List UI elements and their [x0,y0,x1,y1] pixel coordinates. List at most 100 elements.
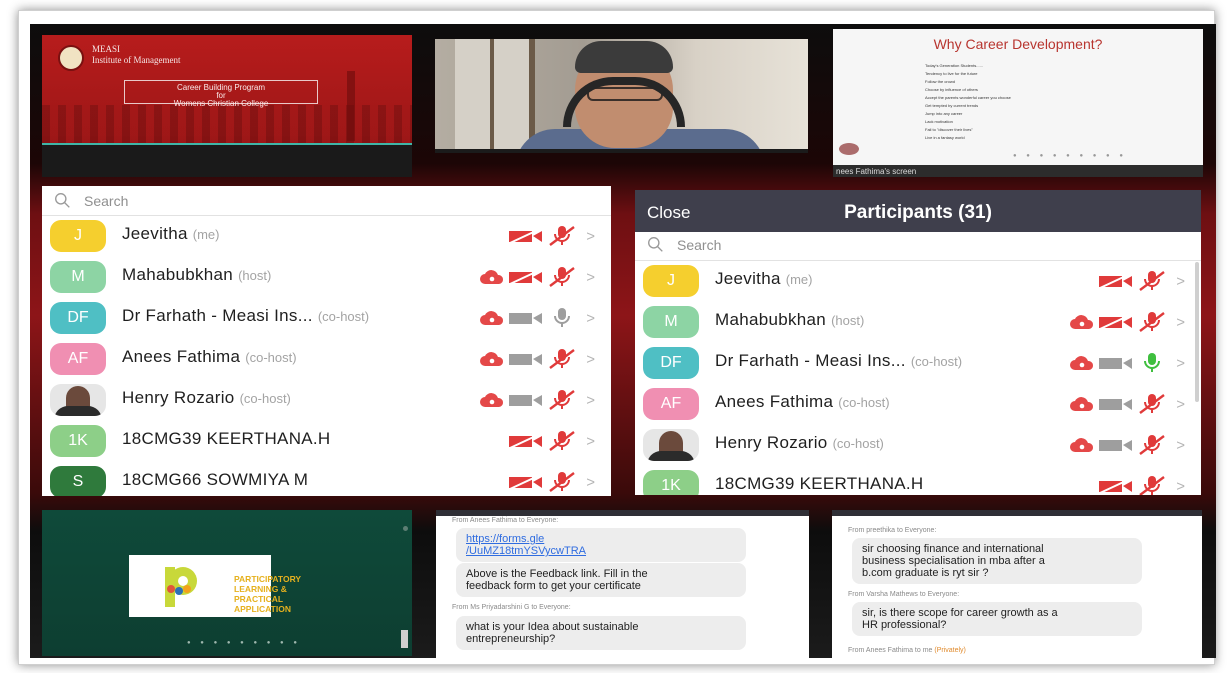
mic-muted-icon [1139,476,1165,495]
chevron-right-icon[interactable]: > [586,269,595,286]
cloud-recording-icon [1070,315,1094,329]
chat-sender: From Anees Fathima to Everyone: [452,517,559,524]
slide-scroll-handle[interactable] [401,630,408,648]
search-bar[interactable]: Search [635,234,1201,260]
participant-name: Anees Fathima [122,347,241,366]
caption-line1: PARTICIPATORY [234,574,302,584]
chevron-right-icon[interactable]: > [1176,437,1185,454]
slide-page-dots: ● ● ● ● ● ● ● ● ● [1013,153,1127,159]
chevron-right-icon[interactable]: > [586,228,595,245]
participant-row[interactable]: 1K 18CMG39 KEERTHANA.H > [635,466,1201,495]
chat-panel-right: From preethika to Everyone: sir choosing… [832,510,1202,658]
participant-name: Henry Rozario [715,433,828,452]
chevron-right-icon[interactable]: > [1176,355,1185,372]
feedback-link[interactable]: https://forms.gle/UuMZ18tmYSVycwTRA [466,533,586,557]
caption-line4: APPLICATION [234,604,291,614]
participant-row[interactable]: J Jeevitha (me) > [42,216,611,257]
cloud-recording-icon [1070,397,1094,411]
participant-name-block: Dr Farhath - Measi Ins... (co-host) [715,351,962,371]
cloud-recording-icon [1070,356,1094,370]
chat-message: what is your Idea about sustainable entr… [456,616,746,650]
chat-sender: From Anees Fathima to me (Privately) [848,647,966,654]
chevron-right-icon[interactable]: > [586,310,595,327]
participant-row[interactable]: AF Anees Fathima (co-host) > [635,384,1201,425]
slide-line: Accept the parents wonderful career you … [925,95,1011,100]
participant-name-block: Anees Fathima (co-host) [122,347,297,367]
chevron-right-icon[interactable]: > [1176,314,1185,331]
participant-row[interactable]: DF Dr Farhath - Measi Ins... (co-host) > [635,343,1201,384]
sender-name: From Anees Fathima to me [848,647,933,654]
participant-status-icons: > [508,430,595,452]
chevron-right-icon[interactable]: > [586,351,595,368]
search-bar[interactable]: Search [42,190,611,216]
slide-logo [839,143,859,155]
participant-name-block: 18CMG39 KEERTHANA.H [715,474,924,494]
slide-line: Follow the crowd [925,79,956,84]
chevron-right-icon[interactable]: > [1176,396,1185,413]
chevron-right-icon[interactable]: > [586,474,595,491]
photo-suit [54,406,102,416]
program-title-line3: Womens Christian College [173,99,269,108]
participant-name: 18CMG66 SOWMIYA M [122,470,309,489]
video-off-icon [509,313,543,324]
search-input[interactable]: Search [677,237,721,253]
brand-line1: MEASI [92,44,121,54]
participant-status-icons: > [1069,311,1185,333]
participants-header: Close Participants (31) [635,190,1201,232]
measi-title-slide: MEASI Institute of Management Career Bui… [42,35,412,177]
chevron-right-icon[interactable]: > [1176,478,1185,495]
participant-avatar: 1K [50,425,106,457]
participant-row[interactable]: S 18CMG66 SOWMIYA M > [42,462,611,496]
slide-title: Why Career Development? [933,36,1103,52]
participant-name-block: 18CMG66 SOWMIYA M [122,470,308,490]
video-bottom-bar [435,149,808,153]
participant-row[interactable]: M Mahabubkhan (host) > [635,302,1201,343]
participant-row[interactable]: AF Anees Fathima (co-host) > [42,339,611,380]
caption-line2: LEARNING & [234,584,287,594]
search-input[interactable]: Search [84,193,128,209]
participant-photo-avatar [50,384,106,416]
chevron-right-icon[interactable]: > [586,433,595,450]
mic-muted-icon [549,267,575,287]
private-label: (Privately) [934,647,966,654]
participant-row[interactable]: 1K 18CMG39 KEERTHANA.H > [42,421,611,462]
participant-row[interactable]: Henry Rozario (co-host) > [635,425,1201,466]
chevron-right-icon[interactable]: > [586,392,595,409]
video-off-icon [1099,399,1133,410]
chat-top-bar [832,510,1202,516]
video-off-icon [1099,273,1133,289]
chevron-right-icon[interactable]: > [1176,273,1185,290]
mic-muted-icon [549,431,575,451]
participant-name: Mahabubkhan [715,310,827,329]
chat-sender: From Varsha Mathews to Everyone: [848,591,960,598]
cloud-recording-icon [480,352,504,366]
participant-avatar: AF [643,388,699,420]
participants-title: Participants (31) [844,202,992,223]
participant-row[interactable]: DF Dr Farhath - Measi Ins... (co-host) > [42,298,611,339]
participant-name-block: Henry Rozario (co-host) [715,433,884,453]
message-line: sir choosing finance and international [862,543,1044,555]
cloud-recording-icon [480,270,504,284]
slide-line: Get tempted by current trends [925,103,979,108]
participant-name: 18CMG39 KEERTHANA.H [715,474,924,493]
participant-row[interactable]: J Jeevitha (me) > [635,261,1201,302]
participants-list-right: Close Participants (31) Search J Jeevitha… [635,190,1201,495]
slide-line: Today's Generation Students...... [925,63,983,68]
participant-name: 18CMG39 KEERTHANA.H [122,429,331,448]
participant-row[interactable]: M Mahabubkhan (host) > [42,257,611,298]
participant-name-block: Jeevitha (me) [715,269,812,289]
search-icon [648,237,663,252]
participant-name-block: Mahabubkhan (host) [122,265,271,285]
photo-suit [647,451,695,461]
video-off-icon [1099,478,1133,494]
chat-message-link[interactable]: https://forms.gle/UuMZ18tmYSVycwTRA [456,528,746,562]
participant-role: (host) [238,268,272,283]
mic-muted-icon [549,349,575,369]
participant-name-block: 18CMG39 KEERTHANA.H [122,429,331,449]
participant-name: Dr Farhath - Measi Ins... [715,351,906,370]
participant-row[interactable]: Henry Rozario (co-host) > [42,380,611,421]
participant-status-icons: > [508,225,595,247]
caption-line3: PRACTICAL [234,594,284,604]
participant-status-icons: > [1098,475,1185,495]
participant-status-icons: > [508,471,595,493]
